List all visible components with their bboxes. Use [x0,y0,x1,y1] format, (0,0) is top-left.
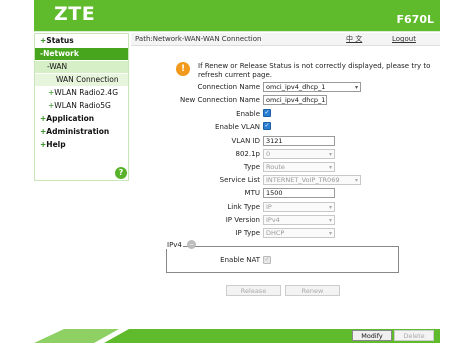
chevron-down-icon: ▾ [328,230,332,237]
link-type-select[interactable]: IP ▾ [263,202,335,212]
logout-link[interactable]: Logout [392,33,416,46]
connection-name-label: Connection Name [197,83,260,91]
help-icon[interactable]: ? [115,167,127,179]
sidebar-item-wlan-24g[interactable]: +WLAN Radio2.4G [35,87,128,99]
sidebar-item-wan[interactable]: -WAN [35,61,128,73]
connection-name-select[interactable]: omci_ipv4_dhcp_1 ▾ [263,82,361,92]
sidebar-item-administration[interactable]: +Administration [35,126,128,138]
service-list-select[interactable]: INTERNET_VoIP_TR069 ▾ [263,175,361,185]
mtu-label: MTU [244,189,260,197]
new-connection-name-input[interactable]: omci_ipv4_dhcp_1 [263,95,327,105]
ip-version-select[interactable]: IPv4 ▾ [263,215,335,225]
breadcrumb: Path:Network-WAN-WAN Connection 中 文 Logo… [131,33,440,46]
release-button[interactable]: Release [226,285,281,296]
chevron-down-icon: ▾ [328,217,332,224]
sidebar-item-help[interactable]: +Help [35,139,128,151]
delete-button[interactable]: Delete [394,330,434,341]
sidebar-item-network[interactable]: -Network [35,48,128,60]
ip-type-label: IP Type [235,229,260,237]
sidebar-item-wlan-5g[interactable]: +WLAN Radio5G [35,100,128,112]
ipv4-legend: IPv4 [166,241,183,249]
ip-version-label: IP Version [225,216,260,224]
chevron-down-icon: ▾ [328,204,332,211]
device-model: F670L [396,13,435,26]
dot1p-label: 802.1p [235,150,260,158]
enable-vlan-checkbox[interactable]: ✓ [263,122,271,130]
enable-nat-checkbox[interactable]: ✓ [263,256,271,264]
type-label: Type [243,163,260,171]
collapse-icon[interactable]: − [187,240,196,249]
new-connection-name-label: New Connection Name [180,96,260,104]
modify-button[interactable]: Modify [352,330,392,341]
chevron-down-icon: ▾ [354,84,358,91]
top-header: ZTE F670L [34,0,440,31]
service-list-label: Service List [219,176,260,184]
vlan-id-input[interactable]: 3121 [263,136,335,146]
mtu-input[interactable]: 1500 [263,188,335,198]
enable-checkbox[interactable]: ✓ [263,109,271,117]
notice-text: If Renew or Release Status is not correc… [198,62,431,79]
dot1p-select[interactable]: 0 ▾ [263,149,335,159]
warning-icon: ! [176,62,190,76]
header-divider [34,31,440,32]
sidebar-item-status[interactable]: +Status [35,35,128,47]
breadcrumb-path: Path:Network-WAN-WAN Connection [135,35,262,43]
brand-logo: ZTE [54,3,96,25]
chevron-down-icon: ▾ [328,151,332,158]
enable-vlan-label: Enable VLAN [215,123,260,131]
chevron-down-icon: ▾ [354,177,358,184]
enable-nat-label: Enable NAT [220,256,260,264]
sidebar-item-application[interactable]: +Application [35,113,128,125]
ip-type-select[interactable]: DHCP ▾ [263,228,335,238]
language-link[interactable]: 中 文 [346,33,362,46]
sidebar-item-wan-connection[interactable]: WAN Connection [35,74,128,86]
renew-button[interactable]: Renew [285,285,340,296]
enable-label: Enable [236,110,260,118]
vlan-id-label: VLAN ID [231,137,260,145]
link-type-label: Link Type [227,203,260,211]
sidebar-nav: +Status -Network -WAN WAN Connection +WL… [34,33,129,181]
type-select[interactable]: Route ▾ [263,162,335,172]
chevron-down-icon: ▾ [328,164,332,171]
